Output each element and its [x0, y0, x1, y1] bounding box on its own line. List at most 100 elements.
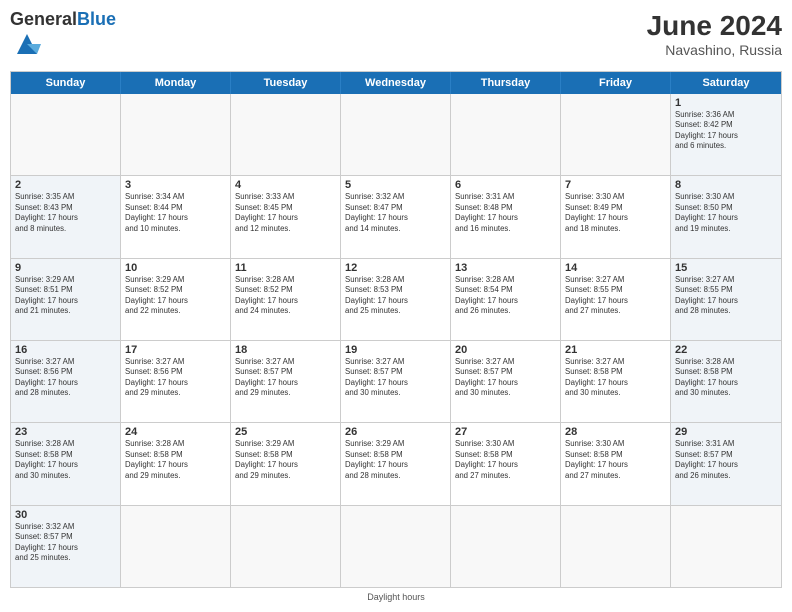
day-number: 8	[675, 179, 777, 191]
logo: GeneralBlue	[10, 10, 116, 63]
cal-cell-r3c6: 22Sunrise: 3:28 AM Sunset: 8:58 PM Dayli…	[671, 341, 781, 422]
cell-info: Sunrise: 3:27 AM Sunset: 8:57 PM Dayligh…	[235, 357, 336, 399]
cal-cell-r4c0: 23Sunrise: 3:28 AM Sunset: 8:58 PM Dayli…	[11, 423, 121, 504]
cal-cell-r5c0: 30Sunrise: 3:32 AM Sunset: 8:57 PM Dayli…	[11, 506, 121, 587]
cal-cell-r2c0: 9Sunrise: 3:29 AM Sunset: 8:51 PM Daylig…	[11, 259, 121, 340]
cal-cell-r0c1	[121, 94, 231, 175]
day-number: 18	[235, 344, 336, 356]
cell-info: Sunrise: 3:28 AM Sunset: 8:58 PM Dayligh…	[15, 439, 116, 481]
cal-cell-r4c5: 28Sunrise: 3:30 AM Sunset: 8:58 PM Dayli…	[561, 423, 671, 504]
day-number: 21	[565, 344, 666, 356]
cell-info: Sunrise: 3:29 AM Sunset: 8:52 PM Dayligh…	[125, 275, 226, 317]
day-number: 6	[455, 179, 556, 191]
title-block: June 2024 Navashino, Russia	[647, 10, 782, 58]
day-number: 27	[455, 426, 556, 438]
cell-info: Sunrise: 3:31 AM Sunset: 8:48 PM Dayligh…	[455, 192, 556, 234]
day-number: 28	[565, 426, 666, 438]
day-number: 5	[345, 179, 446, 191]
calendar-row-2: 9Sunrise: 3:29 AM Sunset: 8:51 PM Daylig…	[11, 259, 781, 341]
cal-cell-r3c5: 21Sunrise: 3:27 AM Sunset: 8:58 PM Dayli…	[561, 341, 671, 422]
calendar: SundayMondayTuesdayWednesdayThursdayFrid…	[10, 71, 782, 588]
day-number: 3	[125, 179, 226, 191]
header-day-sunday: Sunday	[11, 72, 121, 94]
cell-info: Sunrise: 3:30 AM Sunset: 8:49 PM Dayligh…	[565, 192, 666, 234]
cell-info: Sunrise: 3:27 AM Sunset: 8:55 PM Dayligh…	[565, 275, 666, 317]
day-number: 12	[345, 262, 446, 274]
day-number: 25	[235, 426, 336, 438]
cell-info: Sunrise: 3:28 AM Sunset: 8:58 PM Dayligh…	[125, 439, 226, 481]
cal-cell-r2c4: 13Sunrise: 3:28 AM Sunset: 8:54 PM Dayli…	[451, 259, 561, 340]
cell-info: Sunrise: 3:27 AM Sunset: 8:56 PM Dayligh…	[15, 357, 116, 399]
logo-text: GeneralBlue	[10, 10, 116, 63]
cal-cell-r5c2	[231, 506, 341, 587]
cal-cell-r1c2: 4Sunrise: 3:33 AM Sunset: 8:45 PM Daylig…	[231, 176, 341, 257]
day-number: 23	[15, 426, 116, 438]
calendar-row-1: 2Sunrise: 3:35 AM Sunset: 8:43 PM Daylig…	[11, 176, 781, 258]
day-number: 11	[235, 262, 336, 274]
day-number: 19	[345, 344, 446, 356]
day-number: 4	[235, 179, 336, 191]
page: GeneralBlue June 2024 Navashino, Russia …	[0, 0, 792, 612]
cell-info: Sunrise: 3:28 AM Sunset: 8:54 PM Dayligh…	[455, 275, 556, 317]
cal-cell-r4c4: 27Sunrise: 3:30 AM Sunset: 8:58 PM Dayli…	[451, 423, 561, 504]
logo-blue: Blue	[77, 9, 116, 29]
cal-cell-r0c4	[451, 94, 561, 175]
header-day-monday: Monday	[121, 72, 231, 94]
logo-general: General	[10, 9, 77, 29]
cal-cell-r1c5: 7Sunrise: 3:30 AM Sunset: 8:49 PM Daylig…	[561, 176, 671, 257]
cal-cell-r1c1: 3Sunrise: 3:34 AM Sunset: 8:44 PM Daylig…	[121, 176, 231, 257]
day-number: 10	[125, 262, 226, 274]
header-day-friday: Friday	[561, 72, 671, 94]
header-day-tuesday: Tuesday	[231, 72, 341, 94]
header: GeneralBlue June 2024 Navashino, Russia	[10, 10, 782, 63]
cal-cell-r0c0	[11, 94, 121, 175]
day-number: 24	[125, 426, 226, 438]
cal-cell-r1c6: 8Sunrise: 3:30 AM Sunset: 8:50 PM Daylig…	[671, 176, 781, 257]
cal-cell-r0c3	[341, 94, 451, 175]
cal-cell-r2c1: 10Sunrise: 3:29 AM Sunset: 8:52 PM Dayli…	[121, 259, 231, 340]
cell-info: Sunrise: 3:27 AM Sunset: 8:56 PM Dayligh…	[125, 357, 226, 399]
cal-cell-r3c4: 20Sunrise: 3:27 AM Sunset: 8:57 PM Dayli…	[451, 341, 561, 422]
day-number: 22	[675, 344, 777, 356]
cell-info: Sunrise: 3:32 AM Sunset: 8:57 PM Dayligh…	[15, 522, 116, 564]
cal-cell-r4c2: 25Sunrise: 3:29 AM Sunset: 8:58 PM Dayli…	[231, 423, 341, 504]
cal-cell-r5c3	[341, 506, 451, 587]
cal-cell-r2c2: 11Sunrise: 3:28 AM Sunset: 8:52 PM Dayli…	[231, 259, 341, 340]
day-number: 30	[15, 509, 116, 521]
cal-cell-r2c6: 15Sunrise: 3:27 AM Sunset: 8:55 PM Dayli…	[671, 259, 781, 340]
day-number: 14	[565, 262, 666, 274]
cell-info: Sunrise: 3:29 AM Sunset: 8:51 PM Dayligh…	[15, 275, 116, 317]
header-day-saturday: Saturday	[671, 72, 781, 94]
cal-cell-r3c3: 19Sunrise: 3:27 AM Sunset: 8:57 PM Dayli…	[341, 341, 451, 422]
cal-cell-r5c5	[561, 506, 671, 587]
cell-info: Sunrise: 3:30 AM Sunset: 8:58 PM Dayligh…	[455, 439, 556, 481]
cal-cell-r0c6: 1Sunrise: 3:36 AM Sunset: 8:42 PM Daylig…	[671, 94, 781, 175]
cal-cell-r2c5: 14Sunrise: 3:27 AM Sunset: 8:55 PM Dayli…	[561, 259, 671, 340]
cell-info: Sunrise: 3:27 AM Sunset: 8:57 PM Dayligh…	[455, 357, 556, 399]
cal-cell-r5c4	[451, 506, 561, 587]
cal-cell-r3c2: 18Sunrise: 3:27 AM Sunset: 8:57 PM Dayli…	[231, 341, 341, 422]
cal-cell-r4c3: 26Sunrise: 3:29 AM Sunset: 8:58 PM Dayli…	[341, 423, 451, 504]
day-number: 1	[675, 97, 777, 109]
cal-cell-r4c6: 29Sunrise: 3:31 AM Sunset: 8:57 PM Dayli…	[671, 423, 781, 504]
cell-info: Sunrise: 3:29 AM Sunset: 8:58 PM Dayligh…	[235, 439, 336, 481]
cell-info: Sunrise: 3:30 AM Sunset: 8:50 PM Dayligh…	[675, 192, 777, 234]
calendar-row-3: 16Sunrise: 3:27 AM Sunset: 8:56 PM Dayli…	[11, 341, 781, 423]
calendar-header: SundayMondayTuesdayWednesdayThursdayFrid…	[11, 72, 781, 94]
cal-cell-r3c1: 17Sunrise: 3:27 AM Sunset: 8:56 PM Dayli…	[121, 341, 231, 422]
cal-cell-r1c0: 2Sunrise: 3:35 AM Sunset: 8:43 PM Daylig…	[11, 176, 121, 257]
cell-info: Sunrise: 3:31 AM Sunset: 8:57 PM Dayligh…	[675, 439, 777, 481]
cell-info: Sunrise: 3:28 AM Sunset: 8:58 PM Dayligh…	[675, 357, 777, 399]
cell-info: Sunrise: 3:32 AM Sunset: 8:47 PM Dayligh…	[345, 192, 446, 234]
cal-cell-r1c4: 6Sunrise: 3:31 AM Sunset: 8:48 PM Daylig…	[451, 176, 561, 257]
cell-info: Sunrise: 3:28 AM Sunset: 8:52 PM Dayligh…	[235, 275, 336, 317]
cell-info: Sunrise: 3:28 AM Sunset: 8:53 PM Dayligh…	[345, 275, 446, 317]
cell-info: Sunrise: 3:33 AM Sunset: 8:45 PM Dayligh…	[235, 192, 336, 234]
location-title: Navashino, Russia	[647, 42, 782, 58]
cell-info: Sunrise: 3:27 AM Sunset: 8:55 PM Dayligh…	[675, 275, 777, 317]
day-number: 26	[345, 426, 446, 438]
cell-info: Sunrise: 3:35 AM Sunset: 8:43 PM Dayligh…	[15, 192, 116, 234]
day-number: 2	[15, 179, 116, 191]
cal-cell-r5c6	[671, 506, 781, 587]
cell-info: Sunrise: 3:30 AM Sunset: 8:58 PM Dayligh…	[565, 439, 666, 481]
